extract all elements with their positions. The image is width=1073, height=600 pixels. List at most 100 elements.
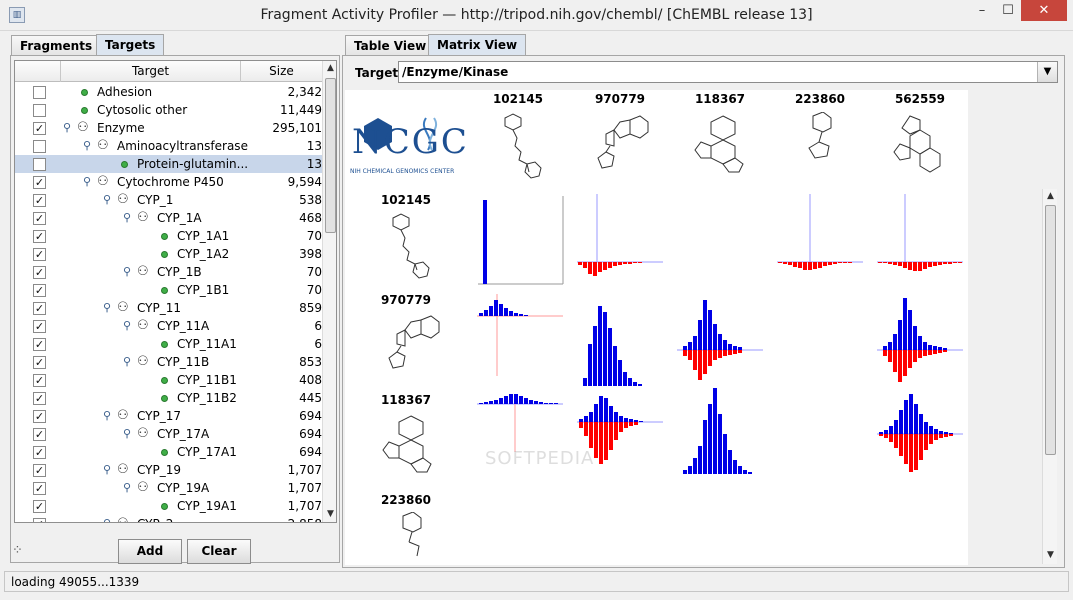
tree-row[interactable]: ✓ CYP_17A1 694: [15, 443, 322, 461]
checkbox-checked[interactable]: ✓: [33, 338, 46, 351]
tree-row-label: CYP_17A1: [177, 445, 237, 459]
size-column-header[interactable]: Size: [241, 61, 322, 82]
checkbox-checked[interactable]: ✓: [33, 302, 46, 315]
tab-fragments[interactable]: Fragments: [11, 35, 102, 56]
target-select[interactable]: /Enzyme/Kinase ▼: [398, 61, 1058, 83]
scroll-up-arrow-icon[interactable]: ▲: [323, 61, 336, 76]
tab-table-view[interactable]: Table View: [345, 35, 436, 56]
histogram-bar: [899, 434, 903, 456]
histogram-bar: [628, 262, 632, 264]
tree-row[interactable]: ✓ ⚲ ⚇ CYP_2... 2,858: [15, 515, 322, 522]
close-button[interactable]: ✕: [1021, 0, 1067, 21]
checkbox-checked[interactable]: ✓: [33, 374, 46, 387]
checkbox-checked[interactable]: ✓: [33, 428, 46, 441]
target-label: Target: [355, 66, 399, 80]
scroll-down-arrow-icon[interactable]: ▼: [1043, 548, 1058, 563]
tree-row[interactable]: ✓ CYP_1B1 70: [15, 281, 322, 299]
tree-expand-handle-icon[interactable]: ⚲: [123, 211, 131, 225]
tree-row[interactable]: ✓ ⚲ ⚇ CYP_19 1,707: [15, 461, 322, 479]
checkbox-checked[interactable]: ✓: [33, 464, 46, 477]
checkbox[interactable]: [33, 104, 46, 117]
tree-row[interactable]: ✓ ⚲ ⚇ CYP_11B 853: [15, 353, 322, 371]
checkbox-checked[interactable]: ✓: [33, 284, 46, 297]
tree-expand-handle-icon[interactable]: ⚲: [103, 301, 111, 315]
tree-expand-handle-icon[interactable]: ⚲: [103, 463, 111, 477]
tree-row[interactable]: ✓ ⚲ ⚇ Cytochrome P450 9,594: [15, 173, 322, 191]
tree-row[interactable]: ✓ ⚲ ⚇ CYP_11A 6: [15, 317, 322, 335]
tree-row[interactable]: ✓ ⚲ ⚇ CYP_17A 694: [15, 425, 322, 443]
tree-row[interactable]: ✓ CYP_1A1 70: [15, 227, 322, 245]
matrix-scrollbar[interactable]: ▲ ▼: [1042, 189, 1057, 564]
tree-expand-handle-icon[interactable]: ⚲: [103, 193, 111, 207]
tab-targets[interactable]: Targets: [96, 34, 165, 56]
checkbox-checked[interactable]: ✓: [33, 410, 46, 423]
tree-row[interactable]: ✓ ⚲ ⚇ CYP_1A 468: [15, 209, 322, 227]
histogram-bar: [489, 401, 493, 404]
tree-row-label: Cytochrome P450: [117, 175, 224, 189]
tree-row[interactable]: ✓ CYP_1A2 398: [15, 245, 322, 263]
checkbox-checked[interactable]: ✓: [33, 230, 46, 243]
checkbox-checked[interactable]: ✓: [33, 212, 46, 225]
histogram-bar: [723, 350, 727, 356]
scroll-down-arrow-icon[interactable]: ▼: [323, 507, 336, 522]
clear-button[interactable]: Clear: [187, 539, 251, 564]
checkbox-checked[interactable]: ✓: [33, 320, 46, 333]
tree-expand-handle-icon[interactable]: ⚲: [123, 265, 131, 279]
tree-expand-handle-icon[interactable]: ⚲: [123, 355, 131, 369]
chevron-down-icon[interactable]: ▼: [1037, 62, 1057, 82]
target-column-header[interactable]: Target: [61, 61, 241, 82]
tree-row[interactable]: ✓ ⚲ ⚇ CYP_1 538: [15, 191, 322, 209]
minimize-button[interactable]: –: [969, 0, 995, 21]
tree-expand-handle-icon[interactable]: ⚲: [103, 517, 111, 522]
add-button[interactable]: Add: [118, 539, 182, 564]
histogram-bar: [494, 300, 498, 316]
tree-scrollbar[interactable]: ▲ ▼: [322, 61, 336, 522]
checkbox[interactable]: [33, 86, 46, 99]
tree-row[interactable]: ✓ ⚲ ⚇ CYP_1B 70: [15, 263, 322, 281]
histogram-bar: [708, 350, 712, 366]
tree-expand-handle-icon[interactable]: ⚲: [123, 427, 131, 441]
checkbox-checked[interactable]: ✓: [33, 122, 46, 135]
checkbox-checked[interactable]: ✓: [33, 482, 46, 495]
tree-row[interactable]: Adhesion 2,342: [15, 83, 322, 101]
histogram-bar: [949, 434, 953, 436]
histogram-bar: [883, 350, 887, 356]
tree-row[interactable]: ✓ ⚲ ⚇ CYP_11 859: [15, 299, 322, 317]
tree-row[interactable]: ✓ ⚲ ⚇ CYP_17 694: [15, 407, 322, 425]
tree-row[interactable]: ✓ ⚲ ⚇ CYP_19A 1,707: [15, 479, 322, 497]
folder-node-icon: ⚇: [137, 318, 149, 333]
tree-row[interactable]: ⚲ ⚇ Aminoacyltransferase 13: [15, 137, 322, 155]
checkbox[interactable]: [33, 140, 46, 153]
loading-spinner-icon: ⁘: [12, 543, 23, 558]
checkbox-checked[interactable]: ✓: [33, 176, 46, 189]
scroll-up-arrow-icon[interactable]: ▲: [1043, 189, 1058, 204]
maximize-button[interactable]: ☐: [995, 0, 1021, 21]
checkbox-checked[interactable]: ✓: [33, 266, 46, 279]
tree-expand-handle-icon[interactable]: ⚲: [63, 121, 71, 135]
histogram-bar: [603, 312, 607, 386]
checkbox-checked[interactable]: ✓: [33, 392, 46, 405]
checkbox-checked[interactable]: ✓: [33, 356, 46, 369]
tree-expand-handle-icon[interactable]: ⚲: [123, 319, 131, 333]
checkbox-checked[interactable]: ✓: [33, 518, 46, 522]
tree-row[interactable]: Protein-glutamin... 13: [15, 155, 322, 173]
tab-matrix-view[interactable]: Matrix View: [428, 34, 527, 56]
checkbox-checked[interactable]: ✓: [33, 500, 46, 513]
checkbox-checked[interactable]: ✓: [33, 248, 46, 261]
tree-expand-handle-icon[interactable]: ⚲: [83, 175, 91, 189]
tree-row[interactable]: Cytosolic other 11,449: [15, 101, 322, 119]
tree-expand-handle-icon[interactable]: ⚲: [123, 481, 131, 495]
checkbox[interactable]: [33, 158, 46, 171]
tree-row[interactable]: ✓ ⚲ ⚇ Enzyme 295,101: [15, 119, 322, 137]
checkbox-checked[interactable]: ✓: [33, 446, 46, 459]
tree-expand-handle-icon[interactable]: ⚲: [103, 409, 111, 423]
checkbox-column-header[interactable]: [15, 61, 61, 82]
matrix-scroll-thumb[interactable]: [1045, 205, 1056, 455]
tree-row[interactable]: ✓ CYP_11B1 408: [15, 371, 322, 389]
tree-row[interactable]: ✓ CYP_11A1 6: [15, 335, 322, 353]
tree-row[interactable]: ✓ CYP_19A1 1,707: [15, 497, 322, 515]
tree-row[interactable]: ✓ CYP_11B2 445: [15, 389, 322, 407]
tree-expand-handle-icon[interactable]: ⚲: [83, 139, 91, 153]
tree-scroll-thumb[interactable]: [325, 78, 336, 233]
checkbox-checked[interactable]: ✓: [33, 194, 46, 207]
